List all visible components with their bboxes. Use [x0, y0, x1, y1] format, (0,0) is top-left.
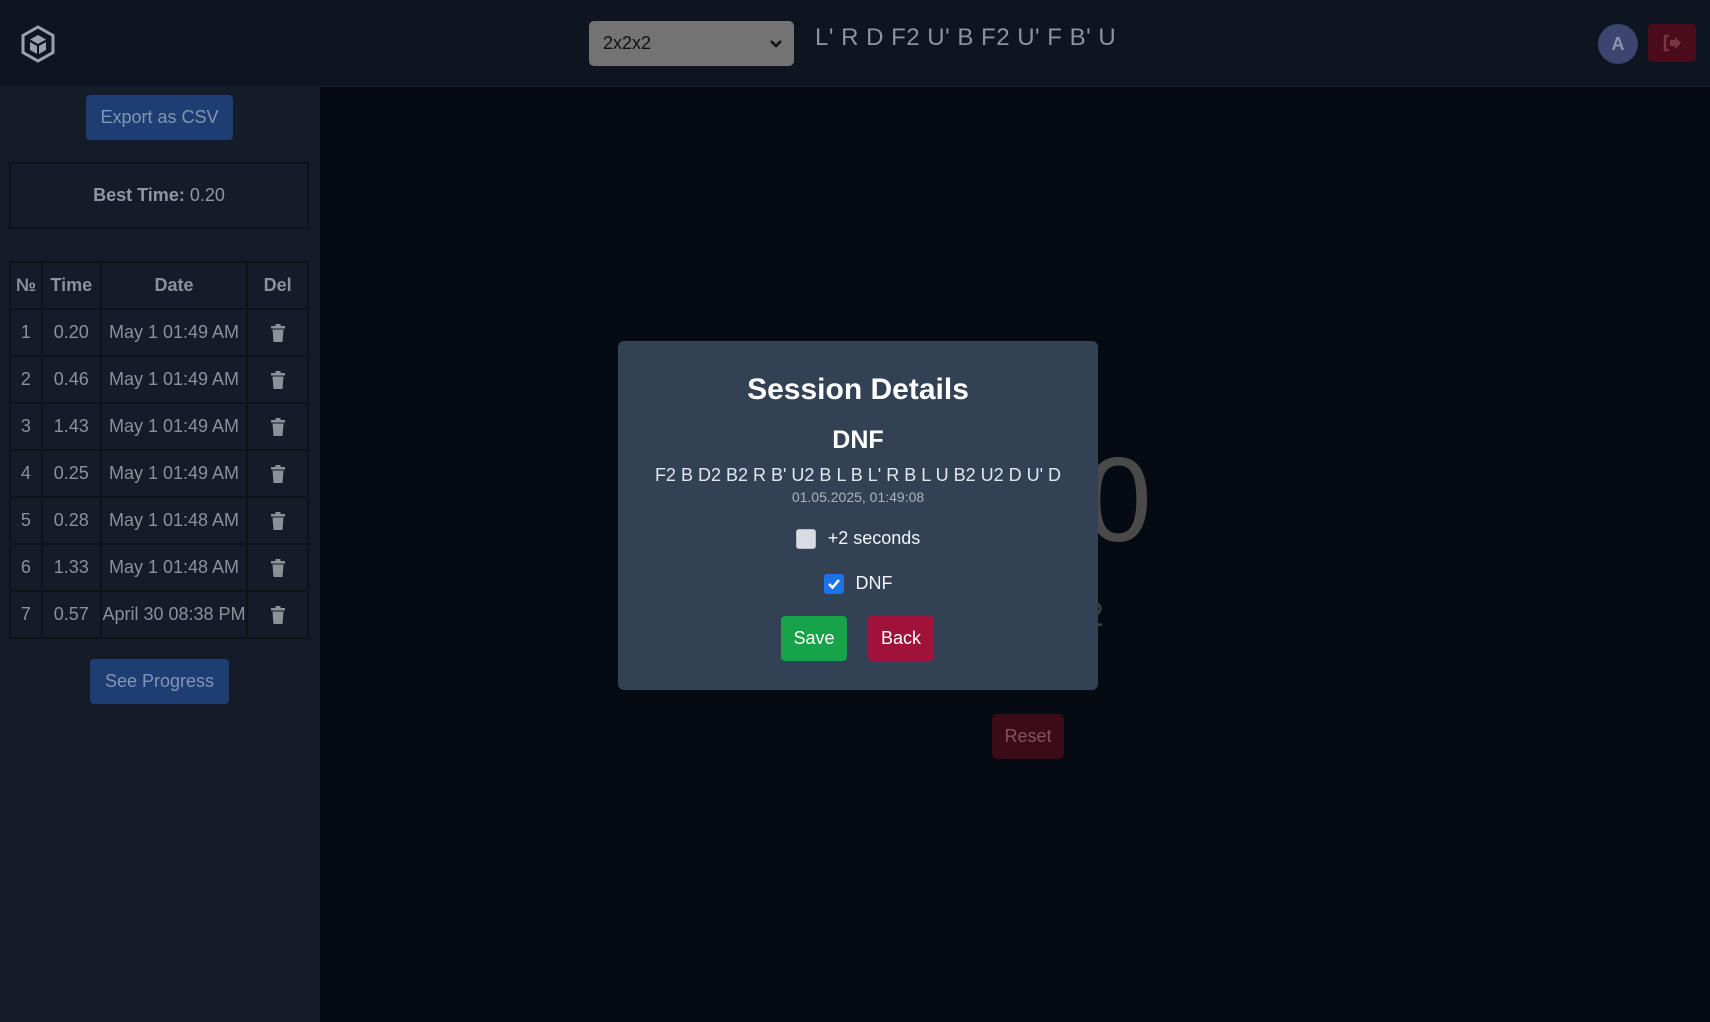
- avatar[interactable]: A: [1598, 24, 1638, 64]
- logout-button[interactable]: [1648, 24, 1696, 62]
- solve-timestamp: 01.05.2025, 01:49:08: [791, 489, 925, 505]
- delete-cell: [246, 355, 309, 404]
- table-header-row: № Time Date Del: [9, 261, 309, 310]
- chevron-down-icon: [770, 40, 782, 48]
- row-date: April 30 08:38 PM: [99, 590, 249, 639]
- export-csv-button[interactable]: Export as CSV: [86, 95, 233, 140]
- table-row[interactable]: 2 0.46 May 1 01:49 AM: [9, 355, 309, 404]
- row-number: 2: [9, 355, 43, 404]
- row-date: May 1 01:48 AM: [99, 496, 249, 545]
- trash-icon[interactable]: [270, 606, 286, 625]
- table-row[interactable]: 6 1.33 May 1 01:48 AM: [9, 543, 309, 592]
- row-time: 0.46: [40, 355, 102, 404]
- top-bar: 2x2x2 L' R D F2 U' B F2 U' F B' U A: [0, 0, 1710, 87]
- row-number: 4: [9, 449, 43, 498]
- solve-result: DNF: [832, 426, 884, 454]
- row-time: 1.33: [40, 543, 102, 592]
- reset-button[interactable]: Reset: [992, 714, 1064, 759]
- plus2-option[interactable]: +2 seconds: [618, 528, 1098, 549]
- trash-icon[interactable]: [270, 465, 286, 484]
- col-header-delete: Del: [246, 261, 309, 310]
- row-date: May 1 01:48 AM: [99, 543, 249, 592]
- puzzle-type-value: 2x2x2: [603, 33, 652, 53]
- best-time-box: Best Time: 0.20: [9, 162, 309, 229]
- row-time: 0.57: [40, 590, 102, 639]
- delete-cell: [246, 590, 309, 639]
- trash-icon[interactable]: [270, 324, 286, 343]
- row-time: 1.43: [40, 402, 102, 451]
- best-time-value: 0.20: [189, 185, 225, 205]
- cube-logo-icon[interactable]: [18, 24, 58, 64]
- delete-cell: [246, 543, 309, 592]
- delete-cell: [246, 308, 309, 357]
- solve-scramble: F2 B D2 B2 R B' U2 B L B L' R B L U B2 U…: [654, 465, 1062, 485]
- trash-icon[interactable]: [270, 512, 286, 531]
- col-header-date: Date: [99, 261, 249, 310]
- row-number: 5: [9, 496, 43, 545]
- plus2-label: +2 seconds: [827, 528, 921, 548]
- plus2-checkbox[interactable]: [795, 528, 816, 549]
- delete-cell: [246, 496, 309, 545]
- row-time: 0.20: [40, 308, 102, 357]
- checkmark-icon: [827, 578, 840, 589]
- row-date: May 1 01:49 AM: [99, 355, 249, 404]
- row-number: 3: [9, 402, 43, 451]
- row-time: 0.25: [40, 449, 102, 498]
- trash-icon[interactable]: [270, 418, 286, 437]
- delete-cell: [246, 449, 309, 498]
- table-row[interactable]: 4 0.25 May 1 01:49 AM: [9, 449, 309, 498]
- save-button[interactable]: Save: [781, 616, 847, 661]
- table-row[interactable]: 5 0.28 May 1 01:48 AM: [9, 496, 309, 545]
- row-number: 6: [9, 543, 43, 592]
- trash-icon[interactable]: [270, 371, 286, 390]
- row-date: May 1 01:49 AM: [99, 402, 249, 451]
- logout-icon: [1663, 34, 1681, 52]
- row-time: 0.28: [40, 496, 102, 545]
- sidebar: Export as CSV Best Time: 0.20 № Time Dat…: [0, 87, 320, 1022]
- table-row[interactable]: 3 1.43 May 1 01:49 AM: [9, 402, 309, 451]
- scramble-text: L' R D F2 U' B F2 U' F B' U: [815, 24, 1117, 51]
- see-progress-button[interactable]: See Progress: [90, 659, 229, 704]
- table-row[interactable]: 7 0.57 April 30 08:38 PM: [9, 590, 309, 639]
- col-header-number: №: [9, 261, 43, 310]
- row-date: May 1 01:49 AM: [99, 449, 249, 498]
- col-header-time: Time: [40, 261, 102, 310]
- delete-cell: [246, 402, 309, 451]
- session-details-modal: Session Details DNF F2 B D2 B2 R B' U2 B…: [618, 341, 1098, 690]
- dnf-option[interactable]: DNF: [618, 573, 1098, 594]
- best-time-label: Best Time:: [93, 185, 185, 205]
- puzzle-type-select[interactable]: 2x2x2: [589, 21, 794, 66]
- back-button[interactable]: Back: [868, 616, 934, 661]
- solves-table: № Time Date Del 1 0.20 May 1 01:49 AM 2 …: [9, 261, 309, 639]
- modal-title: Session Details: [747, 373, 969, 406]
- row-date: May 1 01:49 AM: [99, 308, 249, 357]
- table-row[interactable]: 1 0.20 May 1 01:49 AM: [9, 308, 309, 357]
- dnf-label: DNF: [855, 573, 893, 593]
- dnf-checkbox[interactable]: [823, 573, 844, 594]
- row-number: 7: [9, 590, 43, 639]
- trash-icon[interactable]: [270, 559, 286, 578]
- row-number: 1: [9, 308, 43, 357]
